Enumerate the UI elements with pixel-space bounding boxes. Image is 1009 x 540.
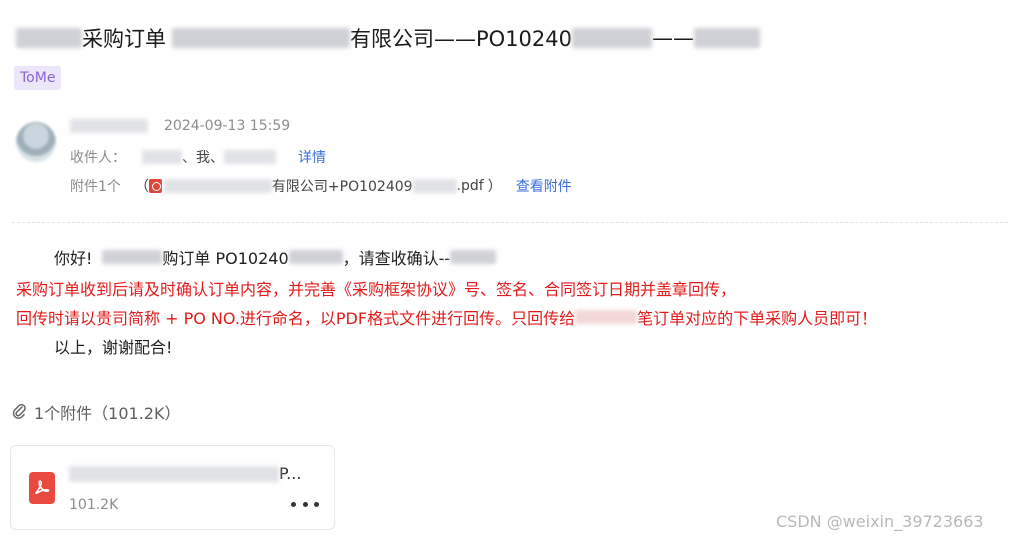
body-line-4: 以上，谢谢配合! (54, 338, 173, 357)
body-line-2: 采购订单收到后请及时确认订单内容，并完善《采购框架协议》号、签名、合同签订日期并… (16, 280, 737, 299)
attachment-count-label: 附件1个 (70, 179, 121, 195)
body-line-3-b: 笔订单对应的下单采购人员即可！ (637, 309, 878, 328)
body-line-1-po: 购订单 PO10240 (162, 249, 289, 268)
dot-icon (302, 501, 308, 507)
subject-part-2: 有限公司——PO10240 (350, 27, 572, 51)
dot-icon (291, 501, 296, 507)
paren-close: ） (487, 179, 502, 195)
pdf-icon (148, 179, 162, 193)
filename-redacted (163, 179, 272, 193)
recipients-text: 、我、 (182, 150, 224, 166)
redacted-text (16, 28, 82, 48)
greeting: 你好! (54, 249, 93, 268)
more-options-button[interactable] (291, 496, 319, 512)
filename-redacted (69, 465, 279, 482)
recipients-label: 收件人： (70, 150, 126, 166)
csdn-watermark: CSDN @weixin_39723663 (776, 512, 984, 531)
body-line-3-a: 回传时请以贵司简称 + PO NO.进行命名，以PDF格式文件进行回传。只回传给 (16, 309, 576, 328)
header-divider (12, 222, 1008, 223)
subject-part-3: —— (652, 26, 694, 50)
paperclip-icon (12, 403, 26, 419)
attachment-card-name[interactable]: P... (69, 464, 301, 483)
body-line-1: 你好! 购订单 PO10240 ，请查收确认-- (54, 245, 497, 269)
dot-icon (314, 501, 319, 507)
redacted-text (288, 250, 343, 264)
sender-row: 2024-09-13 15:59 (70, 118, 290, 134)
attachment-card[interactable]: P... 101.2K (10, 445, 335, 530)
redacted-text (572, 28, 652, 48)
recipient-redacted[interactable] (142, 150, 182, 164)
recipients-row: 收件人： 、我、 详情 (70, 147, 326, 167)
tag-tome[interactable]: ToMe (14, 66, 62, 90)
sender-name-redacted[interactable] (70, 119, 148, 133)
view-attachment-link[interactable]: 查看附件 (516, 176, 572, 196)
inline-attachment-name[interactable]: 有限公司+PO102409 (272, 176, 413, 196)
redacted-text (450, 250, 497, 264)
sender-avatar[interactable] (16, 122, 56, 162)
redacted-text (172, 28, 350, 48)
details-link[interactable]: 详情 (298, 147, 326, 167)
attachment-size: 101.2K (69, 497, 119, 513)
attachments-header: 1个附件（101.2K） (12, 400, 180, 424)
pdf-file-icon (29, 472, 55, 504)
email-subject: 采购订单 有限公司——PO10240 —— (16, 22, 760, 54)
sent-time: 2024-09-13 15:59 (164, 118, 291, 134)
redacted-text (694, 28, 760, 48)
inline-attachment-ext: .pdf (456, 178, 484, 194)
body-line-1-end: ，请查收确认-- (342, 249, 451, 268)
redacted-text (575, 310, 638, 324)
subject-part-1: 采购订单 (82, 27, 166, 51)
filename-redacted (412, 179, 457, 193)
body-line-3: 回传时请以贵司简称 + PO NO.进行命名，以PDF格式文件进行回传。只回传给… (16, 305, 877, 329)
redacted-text (102, 250, 163, 264)
attachment-row: 附件1个 （ 有限公司+PO102409 .pdf ） 查看附件 (70, 176, 572, 196)
attachments-header-text: 1个附件（101.2K） (34, 404, 181, 423)
recipient-redacted[interactable] (224, 150, 276, 164)
attachment-name-tail: P... (279, 464, 302, 483)
paren-open: （ (134, 179, 149, 195)
